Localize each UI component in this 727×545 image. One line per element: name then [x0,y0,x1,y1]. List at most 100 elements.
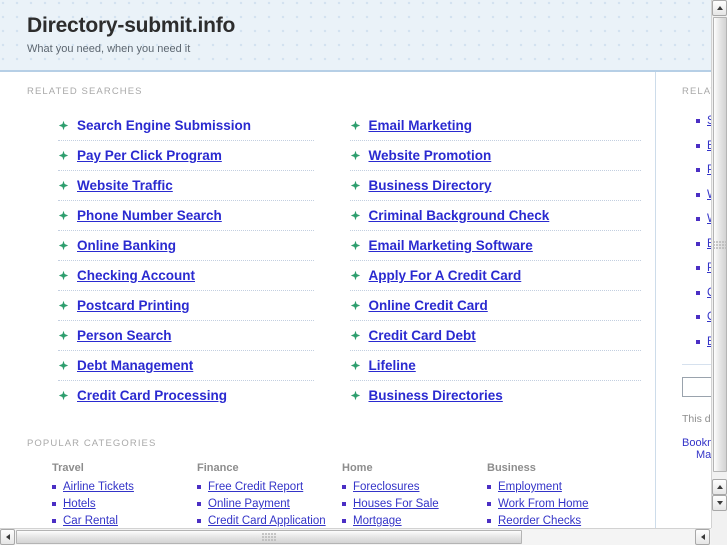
category-link[interactable]: Work From Home [498,498,589,510]
related-search-item[interactable]: Website Promotion [349,141,641,171]
related-search-link[interactable]: Debt Management [77,358,193,373]
list-item[interactable]: Free Credit Report [197,481,342,493]
list-item[interactable]: Airline Tickets [52,481,197,493]
category-link[interactable]: Houses For Sale [353,498,439,510]
related-search-link[interactable]: Email Marketing [369,118,473,133]
sidebar-list-item[interactable]: Pay Per Click Program [696,158,711,183]
category-link[interactable]: Foreclosures [353,481,419,493]
sidebar-list-item[interactable]: Email Marketing Software [696,330,711,355]
list-item[interactable]: Hotels [52,498,197,510]
horizontal-scrollbar[interactable] [0,528,727,545]
arrow-bullet-icon [350,180,361,191]
sidebar-list-item[interactable]: Business Directory [696,232,711,257]
vertical-scrollbar[interactable] [711,0,727,528]
category-link[interactable]: Employment [498,481,562,493]
category-link[interactable]: Airline Tickets [63,481,134,493]
category-link[interactable]: Credit Card Application [208,515,326,527]
related-search-item[interactable]: Online Banking [58,231,314,261]
category-link[interactable]: Car Rental [63,515,118,527]
related-search-link[interactable]: Online Banking [77,238,176,253]
list-item[interactable]: Online Payment [197,498,342,510]
homepage-link[interactable]: Make this my homepage [682,449,711,461]
category-link[interactable]: Free Credit Report [208,481,303,493]
square-bullet-icon [487,502,491,506]
related-search-link[interactable]: Website Promotion [369,148,492,163]
square-bullet-icon [197,502,201,506]
scroll-left-button[interactable] [0,529,15,545]
list-item[interactable]: Employment [487,481,632,493]
list-item[interactable]: Reorder Checks [487,515,632,527]
related-search-link[interactable]: Search Engine Submission [77,118,251,133]
related-search-item[interactable]: Website Traffic [58,171,314,201]
arrow-bullet-icon [58,150,69,161]
search-input[interactable] [682,377,711,397]
related-search-link[interactable]: Postcard Printing [77,298,190,313]
list-item[interactable]: Foreclosures [342,481,487,493]
list-item[interactable]: Mortgage [342,515,487,527]
related-search-item[interactable]: Email Marketing [349,111,641,141]
related-search-link[interactable]: Business Directory [369,178,492,193]
square-bullet-icon [696,217,700,222]
square-bullet-icon [342,519,346,523]
sidebar-list-item[interactable]: Website Traffic [696,207,711,232]
related-search-link[interactable]: Person Search [77,328,172,343]
related-search-item[interactable]: Online Credit Card [349,291,641,321]
related-search-item[interactable]: Phone Number Search [58,201,314,231]
category-link[interactable]: Reorder Checks [498,515,581,527]
horizontal-scrollbar-thumb[interactable] [16,530,522,544]
related-search-item[interactable]: Pay Per Click Program [58,141,314,171]
arrow-bullet-icon [58,300,69,311]
related-search-item[interactable]: Email Marketing Software [349,231,641,261]
related-search-item[interactable]: Criminal Background Check [349,201,641,231]
arrow-bullet-icon [350,390,361,401]
related-search-item[interactable]: Debt Management [58,351,314,381]
scroll-left-icon [5,534,10,540]
list-item[interactable]: Work From Home [487,498,632,510]
scroll-left-button-right[interactable] [695,529,710,545]
category-link[interactable]: Online Payment [208,498,290,510]
bookmark-link[interactable]: Bookmark this page [682,437,711,449]
related-search-link[interactable]: Business Directories [369,388,503,403]
related-search-link[interactable]: Online Credit Card [369,298,488,313]
sidebar-list-item[interactable]: Search Engine Submission [696,109,711,134]
list-item[interactable]: Credit Card Application [197,515,342,527]
related-search-item[interactable]: Lifeline [349,351,641,381]
related-search-link[interactable]: Website Traffic [77,178,173,193]
related-search-item[interactable]: Business Directories [350,381,642,410]
related-search-link[interactable]: Lifeline [369,358,416,373]
related-search-item[interactable]: Checking Account [58,261,314,291]
related-search-item[interactable]: Credit Card Debt [349,321,641,351]
scroll-down-button[interactable] [712,495,727,511]
related-search-link[interactable]: Email Marketing Software [369,238,533,253]
related-search-link[interactable]: Credit Card Processing [77,388,227,403]
related-search-link[interactable]: Apply For A Credit Card [369,268,522,283]
sidebar-list-item[interactable]: Online Banking [696,305,711,330]
related-searches-grid: Search Engine Submission Pay Per Click Pr… [0,97,655,410]
list-item[interactable]: Houses For Sale [342,498,487,510]
sidebar-list-item[interactable]: Website Promotion [696,183,711,208]
sidebar-list-item[interactable]: Email Marketing [696,134,711,159]
related-search-item[interactable]: Credit Card Processing [58,381,314,410]
scroll-up-button-bottom[interactable] [712,479,727,495]
related-search-item[interactable]: Postcard Printing [58,291,314,321]
related-search-item[interactable]: Person Search [58,321,314,351]
related-search-link[interactable]: Credit Card Debt [369,328,476,343]
category-link[interactable]: Hotels [63,498,96,510]
category-link[interactable]: Mortgage [353,515,402,527]
sidebar-list-item[interactable]: Criminal Background Check [696,281,711,306]
list-item[interactable]: Car Rental [52,515,197,527]
related-search-link[interactable]: Criminal Background Check [369,208,550,223]
sidebar-list-item[interactable]: Phone Number Search [696,256,711,281]
arrow-bullet-icon [350,210,361,221]
related-search-item[interactable]: Apply For A Credit Card [349,261,641,291]
square-bullet-icon [487,519,491,523]
related-search-item[interactable]: Business Directory [349,171,641,201]
vertical-scrollbar-thumb[interactable] [713,17,727,472]
sidebar-link-list: Search Engine SubmissionEmail MarketingP… [674,97,711,354]
category-title: Business [487,462,536,474]
scroll-up-button[interactable] [712,0,727,16]
related-search-link[interactable]: Phone Number Search [77,208,222,223]
related-search-link[interactable]: Checking Account [77,268,195,283]
related-search-link[interactable]: Pay Per Click Program [77,148,222,163]
related-search-item[interactable]: Search Engine Submission [58,111,314,141]
